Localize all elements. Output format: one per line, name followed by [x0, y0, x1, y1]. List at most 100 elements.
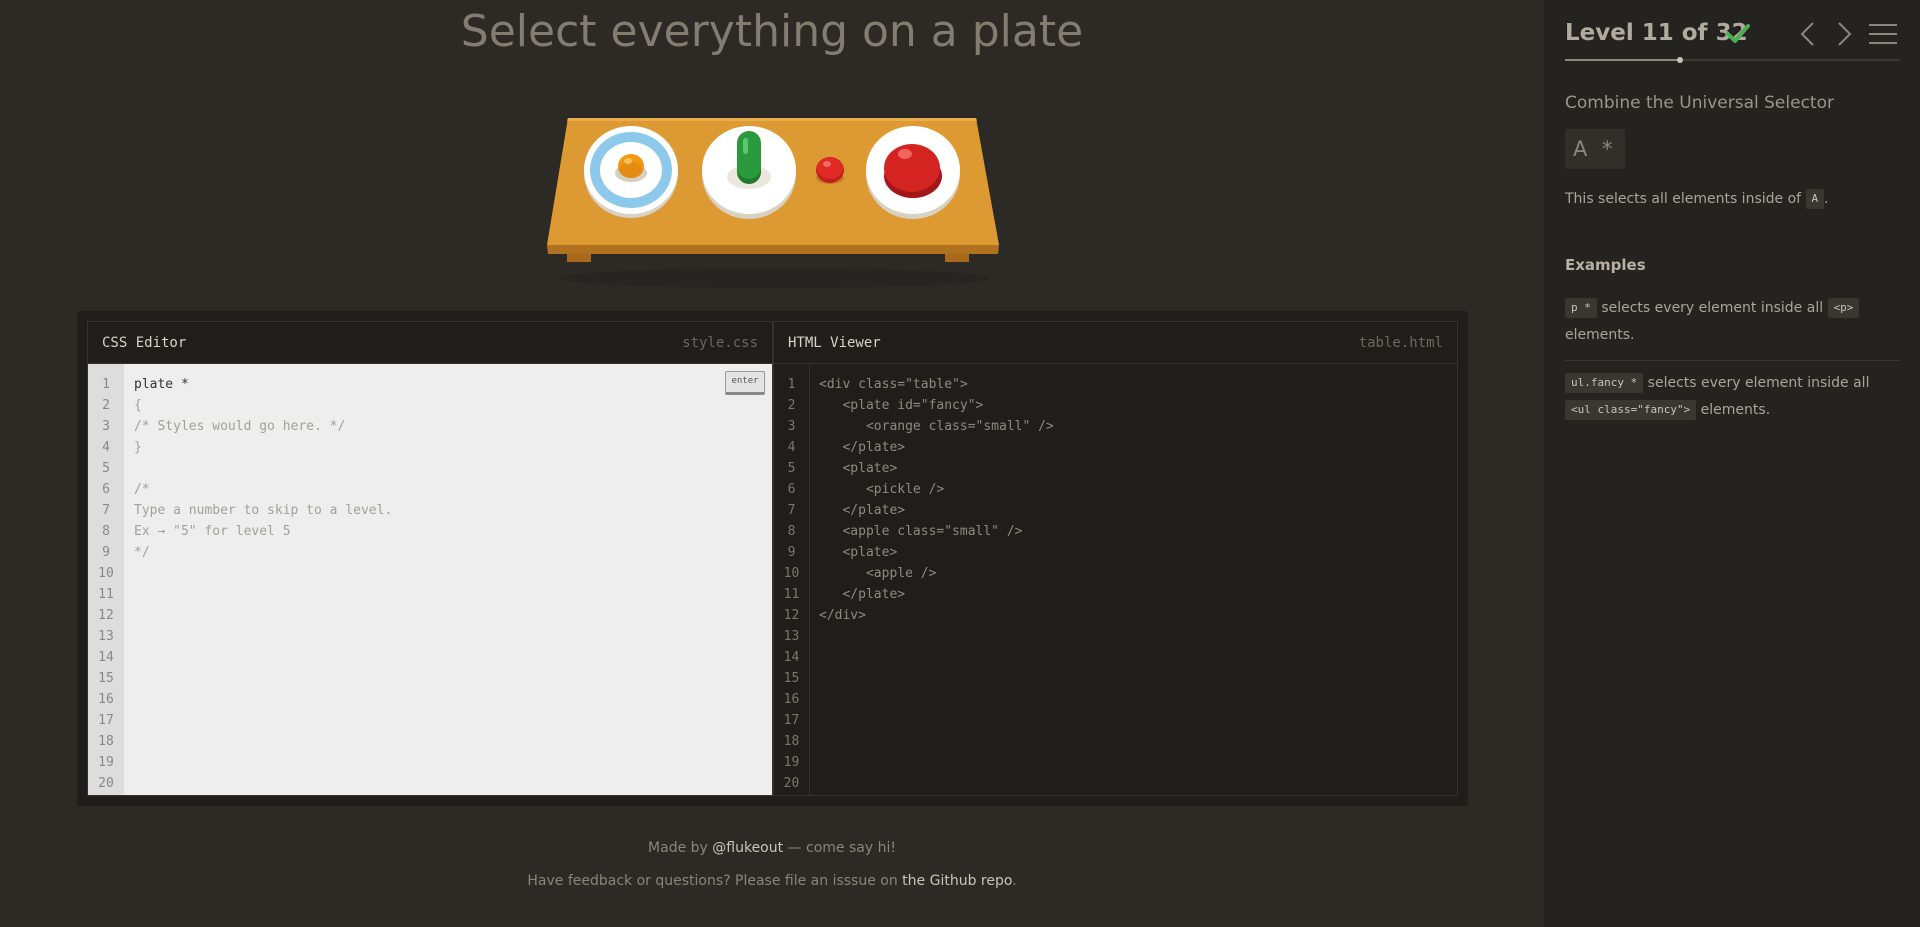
example-text: selects every element inside all	[1596, 300, 1828, 316]
line-number: 11	[98, 587, 114, 602]
line-number: 18	[98, 734, 114, 749]
css-editor-filename: style.css	[682, 335, 758, 351]
html-code-line: <apple />	[819, 566, 937, 581]
line-number: 10	[98, 566, 114, 581]
css-code-line: */	[134, 545, 150, 560]
feedback-prefix: Have feedback or questions? Please file …	[527, 873, 903, 889]
line-number: 1	[102, 377, 110, 392]
html-code-line: <div class="table">	[819, 377, 968, 392]
css-editor-header: CSS Editor style.css	[88, 322, 772, 364]
description-text: This selects all elements inside of	[1565, 191, 1806, 207]
html-code-line: </plate>	[819, 440, 906, 455]
line-number: 6	[102, 482, 110, 497]
line-number: 15	[783, 671, 800, 686]
description-end: .	[1824, 191, 1829, 207]
check-icon	[1726, 24, 1750, 43]
line-number: 9	[102, 545, 110, 560]
footer-feedback: Have feedback or questions? Please file …	[0, 873, 1544, 906]
credit-suffix: — come say hi!	[783, 840, 896, 856]
html-code-line: <plate>	[819, 545, 898, 560]
css-code-line: /* Styles would go here. */	[134, 419, 346, 434]
github-repo-link[interactable]: the Github repo	[902, 873, 1012, 889]
table-illustration	[547, 118, 999, 288]
html-viewer-pane: HTML Viewer table.html 1 2 3 4 5 6 7 8 9 10 11 12 13…	[773, 321, 1458, 796]
line-number: 5	[787, 461, 796, 476]
enter-button[interactable]: enter	[725, 371, 765, 395]
html-line-numbers: 1 2 3 4 5 6 7 8 9 10 11 12 13 14 15 16 17 18 19 20	[774, 364, 810, 795]
feedback-suffix: .	[1012, 873, 1017, 889]
html-code-line: </div>	[819, 608, 866, 623]
line-number: 12	[98, 608, 114, 623]
css-code-line: Type a number to skip to a level.	[134, 503, 393, 518]
flukeout-link[interactable]: @flukeout	[712, 840, 783, 856]
line-number: 8	[787, 524, 796, 539]
html-code-line: </plate>	[819, 503, 906, 518]
level-title: Select everything on a plate	[460, 6, 1084, 57]
line-number: 16	[783, 692, 800, 707]
line-number: 4	[787, 440, 796, 455]
sidebar: Level 11 of 32 Combine the Universal Sel…	[1544, 0, 1920, 927]
line-number: 7	[787, 503, 796, 518]
level-progress-marker	[1677, 57, 1684, 63]
next-level-button[interactable]	[1833, 20, 1855, 48]
line-number: 15	[98, 671, 114, 686]
line-number: 6	[787, 482, 796, 497]
html-code-line: <plate>	[819, 461, 898, 476]
css-editor-body: 1 2 3 4 5 6 7 8 9 10 11 12 13 14 15 16 17 18 19 20 plate * …	[88, 364, 772, 795]
example-tag: <p>	[1827, 298, 1860, 318]
example-2: ul.fancy * selects every element inside …	[1565, 370, 1900, 424]
small-apple	[816, 157, 844, 184]
css-editor-pane: CSS Editor style.css 1 2 3 4 5 6 7 8 9 10 11 12 13 14…	[87, 321, 773, 796]
level-indicator: Level 11 of 32	[1565, 20, 1748, 46]
examples-title: Examples	[1565, 256, 1646, 274]
line-number: 8	[102, 524, 110, 539]
level-progress-bar	[1565, 57, 1900, 63]
credit-prefix: Made by	[648, 840, 713, 856]
css-static-lines: {/* Styles would go here. */} /* Type a nu…	[134, 395, 772, 560]
line-number: 5	[102, 461, 110, 476]
example-text: selects every element inside all	[1643, 375, 1870, 391]
line-number: 16	[98, 692, 114, 707]
line-number: 4	[102, 440, 110, 455]
css-selector-input[interactable]: plate *	[134, 374, 772, 395]
line-number: 20	[98, 776, 114, 791]
footer-credit: Made by @flukeout — come say hi!	[0, 840, 1544, 873]
line-number: 13	[783, 629, 800, 644]
line-number: 2	[787, 398, 796, 413]
table-scene	[540, 112, 1010, 292]
menu-icon[interactable]	[1868, 22, 1898, 46]
html-viewer-header: HTML Viewer table.html	[774, 322, 1457, 364]
level-progress-fill	[1565, 59, 1681, 61]
css-line-numbers: 1 2 3 4 5 6 7 8 9 10 11 12 13 14 15 16 17 18 19 20	[88, 364, 124, 795]
selector-name: Combine the Universal Selector	[1565, 93, 1834, 113]
selector-description: This selects all elements inside of A.	[1565, 186, 1900, 213]
pickle	[737, 131, 761, 184]
line-number: 19	[98, 755, 114, 770]
css-editor-title: CSS Editor	[102, 335, 187, 351]
css-code-line: Ex → "5" for level 5	[134, 524, 291, 539]
html-code-line: <pickle />	[819, 482, 945, 497]
editor: CSS Editor style.css 1 2 3 4 5 6 7 8 9 10 11 12 13 14…	[77, 311, 1468, 806]
footer: Made by @flukeout — come say hi! Have fe…	[0, 840, 1544, 906]
css-code: plate * {/* Styles would go here. */} /* T…	[124, 364, 772, 795]
orange	[618, 154, 644, 178]
html-code-line: </plate>	[819, 587, 906, 602]
css-code-line: /*	[134, 482, 150, 497]
example-code: ul.fancy *	[1565, 373, 1644, 393]
previous-level-button[interactable]	[1797, 20, 1819, 48]
example-1: p * selects every element inside all <p>…	[1565, 295, 1900, 349]
line-number: 3	[787, 419, 796, 434]
line-number: 9	[787, 545, 796, 560]
example-tag: <ul class="fancy">	[1565, 400, 1697, 420]
line-number: 12	[783, 608, 800, 623]
html-viewer-title: HTML Viewer	[788, 335, 881, 351]
main-area: Select everything on a plate CSS Editor …	[0, 0, 1544, 927]
line-number: 7	[102, 503, 110, 518]
css-code-line	[134, 458, 772, 479]
css-code-line: }	[134, 440, 142, 455]
line-number: 11	[783, 587, 800, 602]
line-number: 3	[102, 419, 110, 434]
line-number: 17	[98, 713, 114, 728]
html-viewer-body: 1 2 3 4 5 6 7 8 9 10 11 12 13 14 15 16 17 18 19 20 <div cla…	[774, 364, 1457, 795]
selector-syntax: A *	[1565, 129, 1625, 169]
